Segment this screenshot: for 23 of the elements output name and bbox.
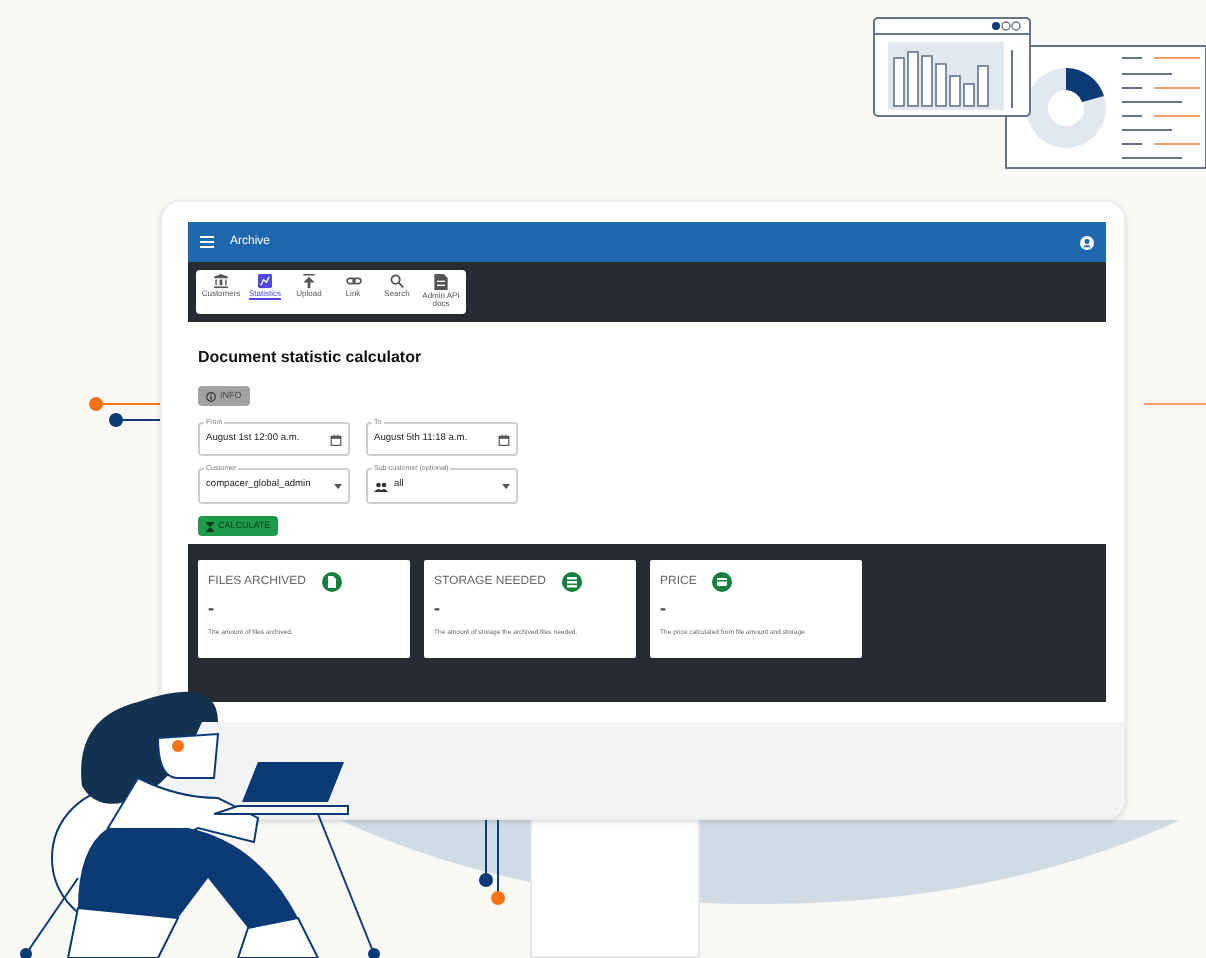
building-icon [214, 274, 228, 288]
search-icon [390, 274, 404, 288]
hourglass-icon [206, 521, 214, 531]
info-icon [206, 391, 216, 401]
dropdown-caret-icon [334, 483, 342, 489]
account-icon[interactable] [1080, 235, 1094, 249]
card-value: - [660, 598, 668, 618]
group-icon [374, 481, 388, 491]
calendar-icon[interactable] [498, 433, 510, 445]
dropdown-caret-icon [502, 483, 510, 489]
calendar-icon[interactable] [330, 433, 342, 445]
accent-line [1144, 402, 1206, 406]
file-icon [322, 572, 343, 592]
link-icon [345, 274, 361, 288]
upload-icon [302, 274, 316, 288]
connector-dots-drawing [84, 396, 164, 428]
cable-dots-drawing [476, 820, 508, 908]
credit-card-icon [712, 572, 733, 592]
page-heading: Document statistic calculator [198, 346, 422, 370]
card-value: - [208, 598, 216, 618]
menu-icon[interactable] [200, 236, 214, 248]
list-icon [561, 572, 582, 592]
card-value: - [434, 598, 442, 618]
